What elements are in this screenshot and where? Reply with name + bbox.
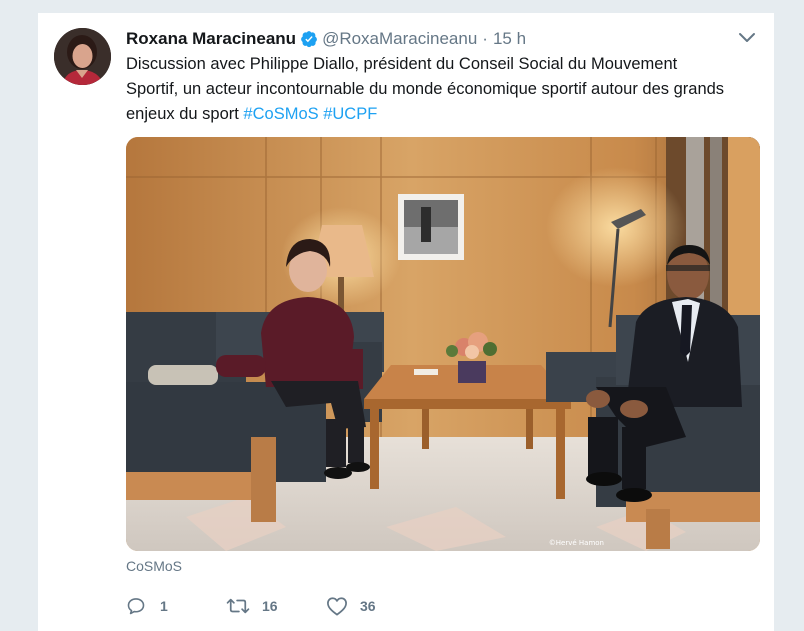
- chevron-down-icon[interactable]: [738, 31, 756, 45]
- verified-badge-icon: [300, 30, 318, 48]
- tweet-text: Discussion avec Philippe Diallo, préside…: [126, 52, 726, 127]
- reply-bubble-icon: [126, 596, 146, 616]
- retweet-button[interactable]: 16: [226, 596, 326, 616]
- photo-credit: ©Hervé Hamon: [548, 539, 604, 547]
- author-name[interactable]: Roxana Maracineanu: [126, 29, 296, 49]
- author-handle[interactable]: @RoxaMaracineanu: [322, 29, 477, 49]
- tweet-photo[interactable]: ©Hervé Hamon: [126, 137, 760, 551]
- tweet-card[interactable]: Roxana Maracineanu @RoxaMaracineanu · 15…: [38, 12, 774, 631]
- tweet-timestamp[interactable]: 15 h: [493, 29, 526, 49]
- meta-separator: ·: [482, 29, 488, 48]
- like-count: 36: [360, 598, 376, 614]
- tweet-actions: 1 16 36: [126, 596, 426, 616]
- reply-count: 1: [160, 598, 168, 614]
- tweet-body: Discussion avec Philippe Diallo, préside…: [126, 55, 725, 123]
- reply-button[interactable]: 1: [126, 596, 226, 616]
- hashtag-link[interactable]: #UCPF: [323, 105, 377, 123]
- retweet-count: 16: [262, 598, 278, 614]
- like-button[interactable]: 36: [326, 596, 426, 616]
- media-tag-label[interactable]: CoSMoS: [126, 558, 182, 574]
- retweet-arrows-icon: [226, 596, 250, 616]
- heart-icon: [326, 596, 348, 616]
- tweet-header: Roxana Maracineanu @RoxaMaracineanu · 15…: [126, 27, 774, 51]
- avatar[interactable]: [54, 28, 111, 85]
- hashtag-link[interactable]: #CoSMoS: [243, 105, 318, 123]
